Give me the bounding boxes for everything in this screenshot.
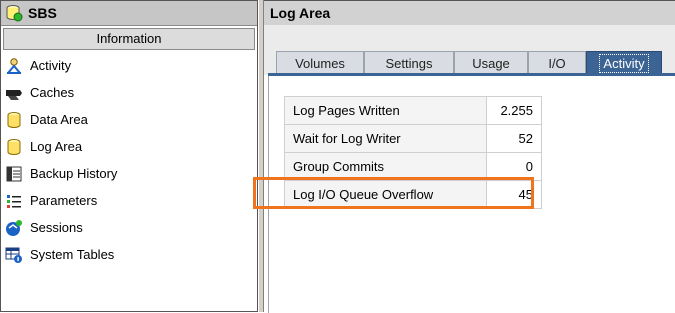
row-value: 52 <box>486 124 542 153</box>
sidebar-item-data-area[interactable]: Data Area <box>1 106 257 133</box>
sidebar-item-label: Data Area <box>30 112 88 127</box>
main-pane: Log Area Volumes Settings Usage I/O Acti… <box>264 0 675 313</box>
database-icon <box>5 4 23 22</box>
highlight-box <box>253 177 534 209</box>
information-section-header[interactable]: Information <box>3 28 255 50</box>
tab-usage[interactable]: Usage <box>454 51 528 75</box>
tab-label: Activity <box>599 54 649 73</box>
parameters-icon <box>5 192 23 210</box>
sessions-icon <box>5 219 23 237</box>
tab-label: Settings <box>385 56 433 71</box>
tab-label: Usage <box>472 56 510 71</box>
sidebar-item-label: Log Area <box>30 139 83 154</box>
sidebar-item-label: Sessions <box>30 220 83 235</box>
activity-icon <box>5 57 23 75</box>
sidebar-item-label: Caches <box>30 85 75 100</box>
sidebar-nav: Activity Caches Data Area Log Area Backu… <box>1 52 257 268</box>
page-title: Log Area <box>264 1 675 26</box>
database-header[interactable]: SBS <box>1 1 257 26</box>
system-tables-icon <box>5 246 23 264</box>
tab-bar: Volumes Settings Usage I/O Activity <box>264 25 675 75</box>
tab-settings[interactable]: Settings <box>364 51 454 75</box>
row-name: Log Pages Written <box>284 96 487 125</box>
row-value: 2.255 <box>486 96 542 125</box>
sidebar-item-system-tables[interactable]: System Tables <box>1 241 257 268</box>
backup-icon <box>5 165 23 183</box>
sidebar-item-label: Parameters <box>30 193 98 208</box>
sidebar-item-log-area[interactable]: Log Area <box>1 133 257 160</box>
table-row: Log Pages Written 2.255 <box>284 96 542 125</box>
sidebar-item-sessions[interactable]: Sessions <box>1 214 257 241</box>
tab-label: I/O <box>548 56 566 71</box>
sidebar-item-parameters[interactable]: Parameters <box>1 187 257 214</box>
table-row: Wait for Log Writer 52 <box>284 124 542 153</box>
database-title: SBS <box>28 5 57 21</box>
caches-icon <box>5 84 23 102</box>
tab-io[interactable]: I/O <box>528 51 586 75</box>
tab-label: Volumes <box>295 56 345 71</box>
sidebar-item-label: System Tables <box>30 247 115 262</box>
sidebar-item-activity[interactable]: Activity <box>1 52 257 79</box>
sidebar-item-label: Backup History <box>30 166 118 181</box>
sidebar-item-backup-history[interactable]: Backup History <box>1 160 257 187</box>
tab-activity[interactable]: Activity <box>586 51 662 75</box>
database-icon <box>5 138 23 156</box>
navigation-pane: SBS Information Activity Caches Data Are… <box>0 0 258 312</box>
sidebar-item-caches[interactable]: Caches <box>1 79 257 106</box>
sidebar-item-label: Activity <box>30 58 72 73</box>
row-name: Wait for Log Writer <box>284 124 487 153</box>
database-icon <box>5 111 23 129</box>
tab-volumes[interactable]: Volumes <box>276 51 364 75</box>
